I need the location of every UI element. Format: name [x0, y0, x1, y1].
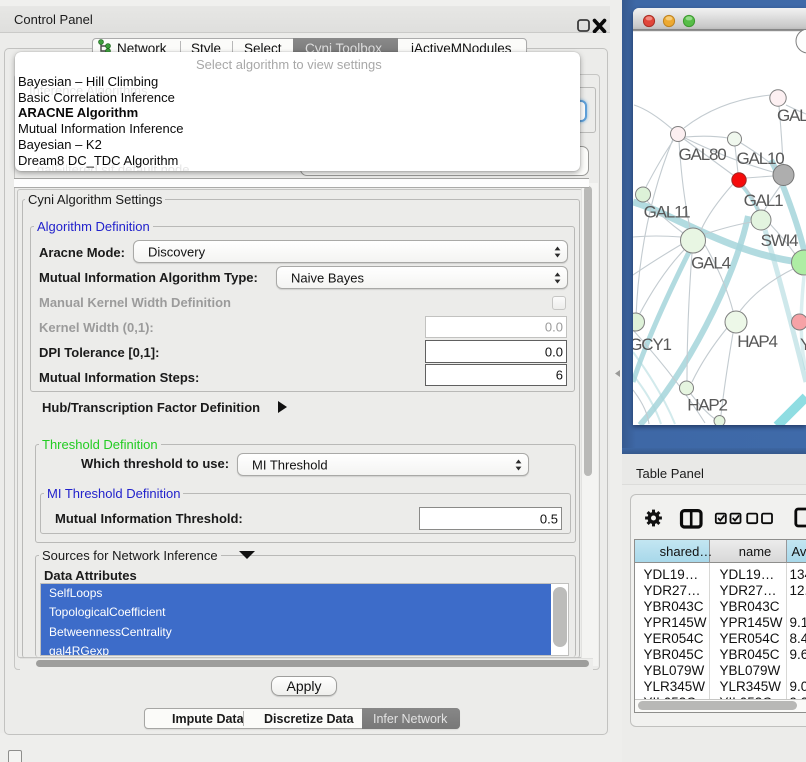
svg-text:GAL11: GAL11	[644, 203, 690, 222]
svg-text:HAP2: HAP2	[687, 396, 727, 415]
svg-text:YJL2: YJL2	[800, 335, 806, 354]
svg-text:GAL1: GAL1	[744, 191, 783, 210]
svg-text:HAP4: HAP4	[737, 332, 777, 351]
svg-text:SWI4: SWI4	[761, 231, 799, 250]
svg-text:GAL80: GAL80	[679, 145, 727, 164]
svg-text:GAL2: GAL2	[777, 106, 806, 125]
svg-text:GAL10: GAL10	[737, 149, 785, 168]
svg-text:GCY1: GCY1	[633, 335, 671, 354]
svg-text:GAL4: GAL4	[691, 254, 730, 273]
